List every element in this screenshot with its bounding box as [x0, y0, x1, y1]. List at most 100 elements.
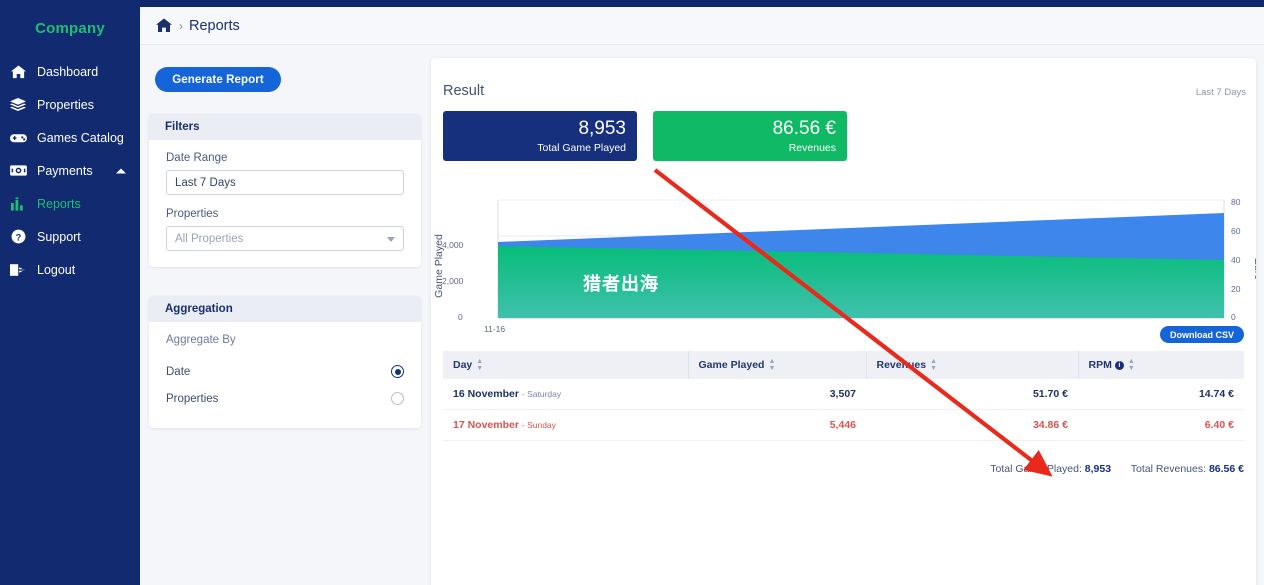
result-range-badge: Last 7 Days — [1195, 87, 1246, 98]
sidebar-nav: Dashboard Properties Games Catalog Payme… — [0, 55, 140, 286]
chart-x-tick: 11-16 — [484, 324, 506, 334]
result-card: Result Last 7 Days 8,953 Total Game Play… — [431, 58, 1256, 585]
column-header-rpm[interactable]: RPM i ▲ ▼ — [1078, 351, 1244, 379]
cell-game-played: 5,446 — [688, 409, 866, 441]
table-head: Day ▲ ▼ Game Played ▲ ▼ Revenues ▲ ▼ RPM i ▲ ▼ — [443, 351, 1244, 379]
sidebar-item-payments[interactable]: Payments — [0, 154, 140, 187]
totals-revenues-value: 86.56 € — [1208, 463, 1244, 475]
aggregate-option-properties[interactable]: Properties — [166, 385, 404, 412]
sidebar-item-label: Payments — [37, 163, 93, 178]
results-table-wrapper: Day ▲ ▼ Game Played ▲ ▼ Revenues ▲ ▼ RPM i ▲ ▼ — [443, 351, 1244, 441]
sort-icon[interactable]: ▲ ▼ — [476, 358, 483, 372]
cell-rpm: 6.40 € — [1078, 409, 1244, 441]
sidebar-item-properties[interactable]: Properties — [0, 88, 140, 121]
sidebar-item-label: Properties — [37, 97, 94, 112]
stat-card-revenues: 86.56 € Revenues — [653, 111, 847, 161]
chart-y-tick: 4,000 — [442, 240, 464, 250]
sidebar-item-reports[interactable]: Reports — [0, 187, 140, 220]
sidebar-item-label: Logout — [37, 262, 76, 277]
column-label: Revenues — [876, 358, 927, 371]
sidebar-item-support[interactable]: ? Support — [0, 220, 140, 253]
layers-icon — [8, 96, 28, 114]
column-label: Day — [453, 358, 473, 371]
results-table: Day ▲ ▼ Game Played ▲ ▼ Revenues ▲ ▼ RPM i ▲ ▼ — [443, 351, 1244, 441]
totals-games-value: 8,953 — [1084, 463, 1112, 475]
cell-revenues: 34.86 € — [866, 409, 1078, 441]
cell-dayname: - Saturday — [521, 389, 562, 399]
svg-text:?: ? — [15, 232, 21, 242]
chart-y2-axis-title: Euro — [1251, 257, 1256, 281]
aggregation-panel: Aggregation Aggregate By Date Properties — [149, 296, 421, 428]
stat-value: 8,953 — [578, 118, 626, 139]
home-icon[interactable] — [156, 18, 172, 33]
sort-icon[interactable]: ▲ ▼ — [768, 358, 775, 372]
chart-y-tick: 0 — [458, 312, 463, 322]
sidebar-item-logout[interactable]: Logout — [0, 253, 140, 286]
aggregate-option-label: Date — [166, 365, 191, 378]
chevron-down-icon[interactable] — [387, 237, 395, 242]
chart-y2-tick: 80 — [1231, 197, 1241, 207]
stat-value: 86.56 € — [772, 118, 836, 139]
breadcrumb: › Reports — [140, 7, 1264, 45]
table-body: 16 November - Saturday 3,507 51.70 € 14.… — [443, 379, 1244, 441]
chart-y2-tick: 40 — [1231, 255, 1241, 265]
breadcrumb-separator: › — [179, 18, 183, 33]
table-row[interactable]: 16 November - Saturday 3,507 51.70 € 14.… — [443, 379, 1244, 410]
question-icon: ? — [8, 228, 28, 246]
stat-label: Revenues — [788, 142, 836, 154]
aggregate-by-label: Aggregate By — [166, 334, 236, 346]
cell-day: 17 November - Sunday — [443, 409, 688, 441]
chevron-up-icon[interactable] — [116, 168, 126, 173]
filters-panel-title: Filters — [149, 114, 421, 140]
sidebar-item-label: Games Catalog — [37, 130, 124, 145]
properties-select[interactable]: All Properties — [166, 226, 404, 251]
sidebar-item-label: Dashboard — [37, 64, 99, 79]
sort-icon[interactable]: ▲ ▼ — [1128, 358, 1135, 372]
stat-card-total-game-played: 8,953 Total Game Played — [443, 111, 637, 161]
chart-y2-tick: 60 — [1231, 226, 1241, 236]
sidebar-item-dashboard[interactable]: Dashboard — [0, 55, 140, 88]
info-icon[interactable]: i — [1114, 360, 1124, 370]
table-row[interactable]: 17 November - Sunday 5,446 34.86 € 6.40 … — [443, 409, 1244, 441]
filters-panel-body: Date Range Properties All Properties — [149, 140, 421, 267]
sidebar: Company Dashboard Properties Games Catal… — [0, 0, 140, 585]
totals-games-label: Total Game Played: — [990, 463, 1082, 475]
cell-rpm: 14.74 € — [1078, 379, 1244, 410]
money-icon — [8, 162, 28, 180]
sidebar-item-games-catalog[interactable]: Games Catalog — [0, 121, 140, 154]
aggregation-panel-body: Aggregate By Date Properties — [149, 322, 421, 428]
download-csv-button[interactable]: Download CSV — [1159, 326, 1244, 343]
table-totals: Total Game Played: 8,953 Total Revenues:… — [990, 463, 1244, 475]
column-header-revenues[interactable]: Revenues ▲ ▼ — [866, 351, 1079, 379]
column-label: Game Played — [698, 358, 765, 371]
sort-icon[interactable]: ▲ ▼ — [930, 358, 937, 372]
cell-date: 16 November — [453, 388, 519, 400]
table-header-row: Day ▲ ▼ Game Played ▲ ▼ Revenues ▲ ▼ RPM i ▲ ▼ — [443, 351, 1244, 379]
gamepad-icon — [8, 129, 28, 147]
watermark-text: 猎者出海 — [583, 274, 659, 295]
aggregate-option-label: Properties — [166, 392, 219, 405]
result-title: Result — [443, 83, 485, 99]
logout-icon — [8, 261, 28, 279]
aggregation-panel-title: Aggregation — [149, 296, 421, 322]
totals-revenues-label: Total Revenues: — [1130, 463, 1207, 475]
cell-day: 16 November - Saturday — [443, 379, 688, 410]
radio-date[interactable] — [391, 365, 404, 378]
cell-revenues: 51.70 € — [866, 379, 1078, 410]
filters-panel: Filters Date Range Properties All Proper… — [149, 114, 421, 267]
chart-y-tick: 2,000 — [442, 276, 464, 286]
date-range-input[interactable] — [166, 170, 404, 195]
cell-game-played: 3,507 — [688, 379, 866, 410]
aggregate-option-date[interactable]: Date — [166, 358, 404, 385]
sidebar-item-label: Support — [37, 229, 81, 244]
home-icon — [8, 63, 28, 81]
column-header-game-played[interactable]: Game Played ▲ ▼ — [688, 351, 867, 379]
properties-label: Properties — [166, 208, 219, 220]
bars-icon — [8, 195, 28, 213]
app-root: Company Dashboard Properties Games Catal… — [0, 0, 1264, 585]
chart-y2-tick: 20 — [1231, 284, 1241, 294]
generate-report-button[interactable]: Generate Report — [155, 67, 281, 92]
radio-properties[interactable] — [391, 392, 404, 405]
column-header-day[interactable]: Day ▲ ▼ — [443, 351, 689, 379]
properties-select-wrap[interactable]: All Properties — [166, 226, 404, 251]
